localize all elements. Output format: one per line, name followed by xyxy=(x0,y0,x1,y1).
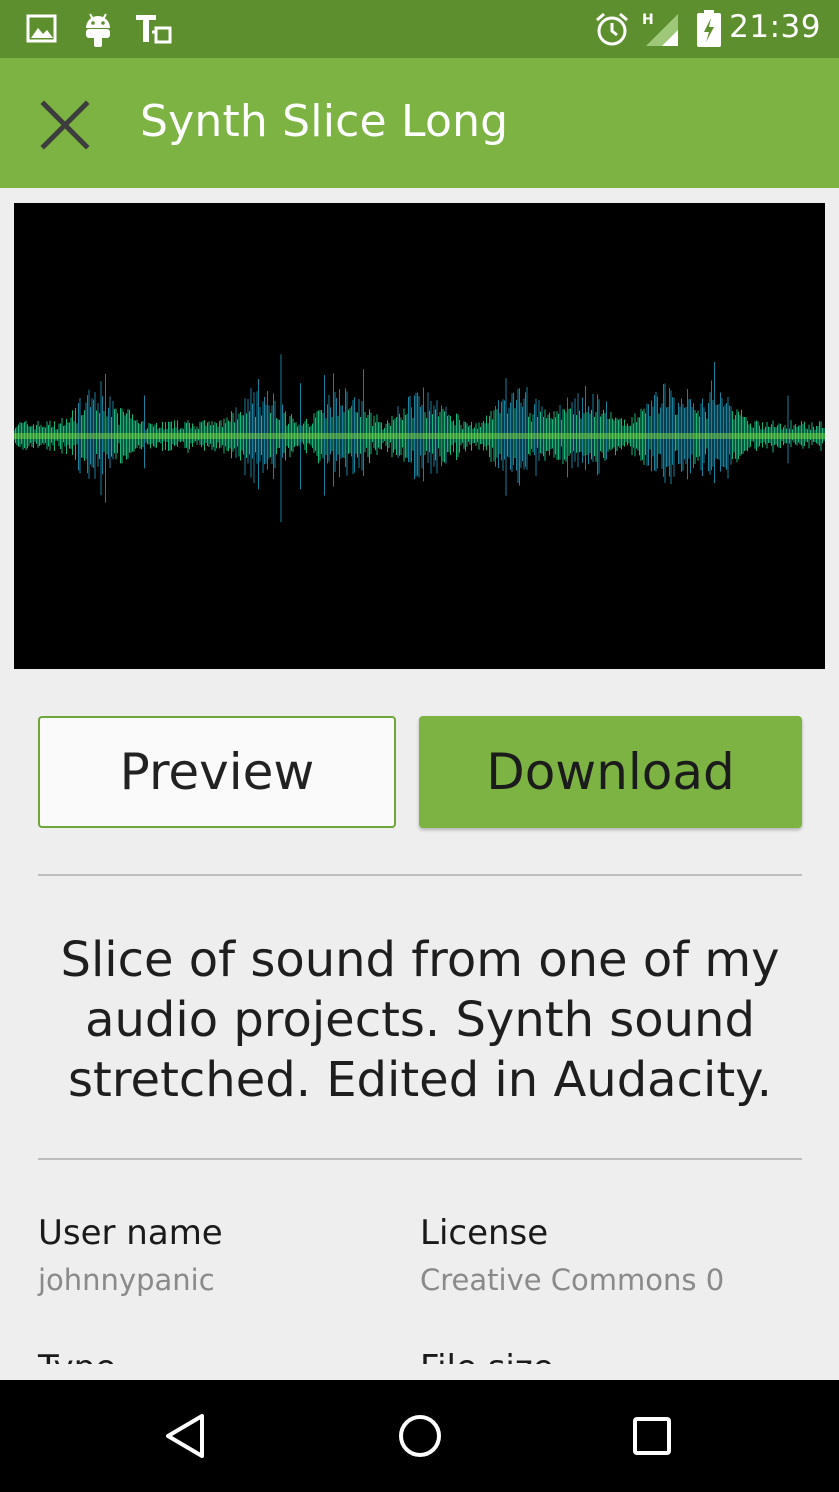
android-icon xyxy=(82,10,114,53)
file-size-label: File size xyxy=(420,1348,554,1364)
app-bar: Synth Slice Long xyxy=(0,58,839,188)
home-icon[interactable] xyxy=(394,1410,446,1462)
user-name-value[interactable]: johnnypanic xyxy=(38,1263,215,1297)
signal-h-icon: H xyxy=(640,10,682,53)
image-icon xyxy=(26,10,58,51)
license-value: Creative Commons 0 xyxy=(420,1263,725,1297)
svg-text:H: H xyxy=(642,12,654,28)
divider xyxy=(38,874,802,876)
waveform-image xyxy=(14,203,825,669)
sound-description: Slice of sound from one of my audio proj… xyxy=(60,932,780,1108)
waveform-graphic xyxy=(14,354,825,523)
page-title: Synth Slice Long xyxy=(140,96,509,147)
translate-icon xyxy=(134,10,174,53)
navigation-bar xyxy=(0,1380,839,1492)
sound-detail-screen: H 21:39 Synth Slice Long Preview Downloa… xyxy=(0,0,839,1492)
close-icon[interactable] xyxy=(36,96,94,154)
details-row-clipped: Type File size xyxy=(0,1340,839,1364)
divider xyxy=(38,1158,802,1160)
user-name-label: User name xyxy=(38,1213,223,1253)
type-label: Type xyxy=(38,1348,116,1364)
battery-charging-icon xyxy=(696,10,722,53)
recents-icon[interactable] xyxy=(626,1410,678,1462)
download-button[interactable]: Download xyxy=(419,716,802,828)
preview-button[interactable]: Preview xyxy=(38,716,396,828)
back-icon[interactable] xyxy=(160,1410,212,1462)
status-time: 21:39 xyxy=(729,9,821,45)
license-label: License xyxy=(420,1213,549,1253)
alarm-icon xyxy=(594,10,630,53)
status-bar: H 21:39 xyxy=(0,0,839,58)
